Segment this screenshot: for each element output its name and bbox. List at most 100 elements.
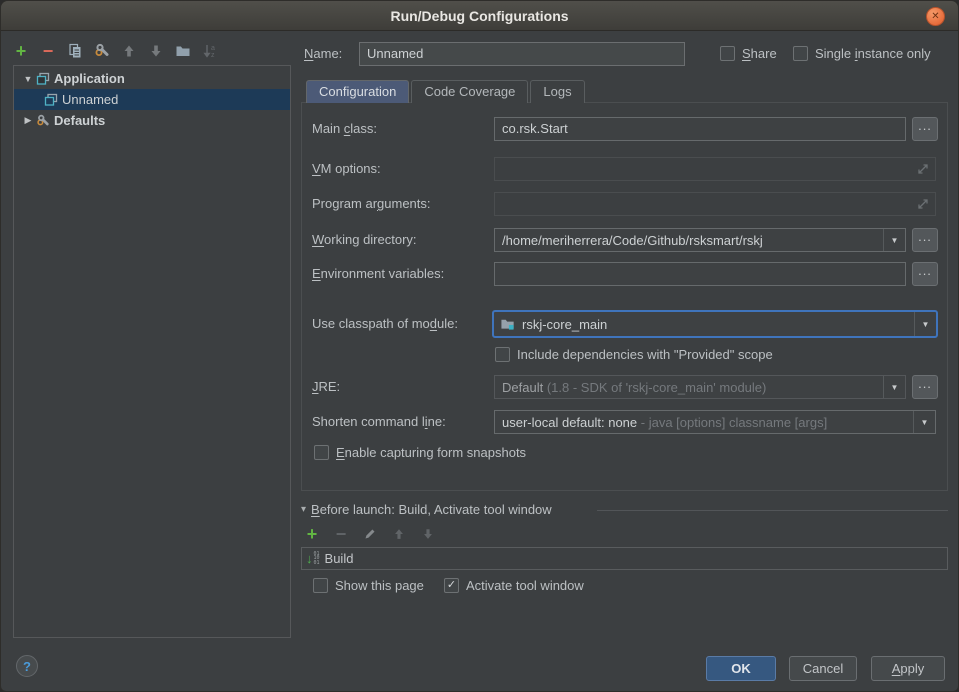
- settings-tabs: Configuration Code Coverage Logs: [306, 80, 585, 103]
- close-icon: ✕: [931, 11, 939, 22]
- activate-tool-window-checkbox[interactable]: ✓ Activate tool window: [444, 578, 584, 593]
- share-label: Share: [742, 46, 777, 61]
- classpath-module-label: Use classpath of module:: [312, 310, 458, 338]
- working-directory-browse-button[interactable]: ...: [912, 228, 938, 252]
- arrow-down-icon: [148, 43, 164, 59]
- move-task-down-button[interactable]: [420, 526, 436, 542]
- program-arguments-label: Program arguments:: [312, 192, 431, 216]
- add-task-button[interactable]: +: [304, 526, 320, 542]
- chevron-down-icon: ▼: [922, 320, 930, 329]
- checkbox-icon: [495, 347, 510, 362]
- include-provided-checkbox[interactable]: Include dependencies with "Provided" sco…: [495, 347, 773, 362]
- checkbox-icon: [313, 578, 328, 593]
- apply-button[interactable]: Apply: [871, 656, 945, 681]
- name-label: Name:: [304, 42, 342, 66]
- window-title: Run/Debug Configurations: [390, 8, 568, 24]
- dropdown-button[interactable]: ▼: [913, 411, 935, 433]
- chevron-expanded-icon[interactable]: ▼: [22, 74, 34, 84]
- titlebar[interactable]: Run/Debug Configurations ✕: [1, 1, 958, 31]
- configurations-toolbar: + − az: [13, 39, 218, 63]
- chevron-down-icon: ▼: [921, 418, 929, 427]
- run-debug-configurations-dialog: Run/Debug Configurations ✕ + − az ▼: [0, 0, 959, 692]
- edit-task-button[interactable]: [362, 526, 378, 542]
- environment-variables-input[interactable]: [494, 262, 906, 286]
- dropdown-button[interactable]: ▼: [914, 312, 936, 336]
- activate-tool-window-label: Activate tool window: [466, 578, 584, 593]
- before-launch-header[interactable]: ▾ Before launch: Build, Activate tool wi…: [301, 502, 552, 517]
- cancel-button[interactable]: Cancel: [789, 656, 857, 681]
- share-checkbox[interactable]: Share: [720, 46, 777, 61]
- vm-options-input[interactable]: [494, 157, 936, 181]
- pencil-icon: [363, 527, 377, 541]
- wrench-gear-icon: [36, 114, 50, 128]
- ellipsis-icon: ...: [918, 229, 932, 244]
- svg-text:a: a: [211, 45, 215, 52]
- configurations-tree: ▼ Application Unnamed ▶ Defaults: [13, 65, 291, 638]
- ellipsis-icon: ...: [918, 118, 932, 133]
- edit-defaults-button[interactable]: [94, 43, 110, 59]
- tree-item-application[interactable]: ▼ Application: [14, 68, 290, 89]
- shorten-command-line-combo[interactable]: user-local default: none - java [options…: [494, 410, 936, 434]
- chevron-collapsed-icon[interactable]: ▶: [22, 115, 34, 126]
- include-provided-label: Include dependencies with "Provided" sco…: [517, 347, 773, 362]
- svg-text:z: z: [211, 52, 215, 59]
- jre-combo[interactable]: Default (1.8 - SDK of 'rskj-core_main' m…: [494, 375, 906, 399]
- environment-variables-label: Environment variables:: [312, 262, 444, 286]
- capture-snapshots-checkbox[interactable]: Enable capturing form snapshots: [314, 445, 526, 460]
- working-directory-label: Working directory:: [312, 228, 417, 252]
- ok-button[interactable]: OK: [706, 656, 776, 681]
- environment-variables-browse-button[interactable]: ...: [912, 262, 938, 286]
- application-icon: [36, 72, 50, 86]
- ellipsis-icon: ...: [918, 376, 932, 391]
- wrench-gear-icon: [94, 43, 110, 59]
- main-class-browse-button[interactable]: ...: [912, 117, 938, 141]
- dropdown-button[interactable]: ▼: [883, 376, 905, 398]
- checkbox-checked-icon: ✓: [444, 578, 459, 593]
- show-this-page-checkbox[interactable]: Show this page: [313, 578, 424, 593]
- capture-snapshots-label: Enable capturing form snapshots: [336, 445, 526, 460]
- divider: [597, 510, 948, 511]
- main-class-input[interactable]: co.rsk.Start: [494, 117, 906, 141]
- dropdown-button[interactable]: ▼: [883, 229, 905, 251]
- tree-item-unnamed[interactable]: Unnamed: [14, 89, 290, 110]
- working-directory-combo[interactable]: /home/meriherrera/Code/Github/rsksmart/r…: [494, 228, 906, 252]
- single-instance-checkbox[interactable]: Single instance only: [793, 46, 931, 61]
- tree-item-defaults[interactable]: ▶ Defaults: [14, 110, 290, 131]
- single-instance-label: Single instance only: [815, 46, 931, 61]
- move-up-button[interactable]: [121, 43, 137, 59]
- program-arguments-input[interactable]: [494, 192, 936, 216]
- new-folder-button[interactable]: [175, 43, 191, 59]
- tree-item-label: Defaults: [54, 113, 105, 128]
- expand-field-icon[interactable]: [916, 162, 930, 176]
- move-task-up-button[interactable]: [391, 526, 407, 542]
- copy-configuration-button[interactable]: [67, 43, 83, 59]
- jre-browse-button[interactable]: ...: [912, 375, 938, 399]
- close-button[interactable]: ✕: [926, 7, 945, 26]
- arrow-down-icon: [421, 527, 435, 541]
- checkbox-icon: [720, 46, 735, 61]
- plus-icon: +: [307, 526, 318, 542]
- move-down-button[interactable]: [148, 43, 164, 59]
- plus-icon: +: [16, 43, 27, 59]
- arrow-up-icon: [392, 527, 406, 541]
- classpath-module-combo[interactable]: rskj-core_main ▼: [492, 310, 938, 338]
- remove-configuration-button[interactable]: −: [40, 43, 56, 59]
- before-launch-title: Before launch: Build, Activate tool wind…: [311, 502, 552, 517]
- tab-code-coverage[interactable]: Code Coverage: [411, 80, 528, 103]
- expand-field-icon[interactable]: [916, 197, 930, 211]
- sort-alphabetically-icon: az: [202, 43, 218, 59]
- build-icon: ↓ 011001: [306, 552, 320, 566]
- remove-task-button[interactable]: −: [333, 526, 349, 542]
- tab-configuration[interactable]: Configuration: [306, 80, 409, 103]
- copy-icon: [67, 43, 83, 59]
- collapse-icon[interactable]: ▾: [301, 504, 306, 515]
- before-launch-task-build[interactable]: ↓ 011001 Build: [301, 547, 948, 570]
- add-configuration-button[interactable]: +: [13, 43, 29, 59]
- folder-icon: [175, 43, 191, 59]
- help-button[interactable]: ?: [16, 655, 38, 677]
- tree-item-label: Application: [54, 71, 125, 86]
- tab-logs[interactable]: Logs: [530, 80, 584, 103]
- name-input[interactable]: Unnamed: [359, 42, 685, 66]
- configuration-tab-panel: Main class: co.rsk.Start ... VM options:…: [301, 102, 948, 491]
- sort-configurations-button[interactable]: az: [202, 43, 218, 59]
